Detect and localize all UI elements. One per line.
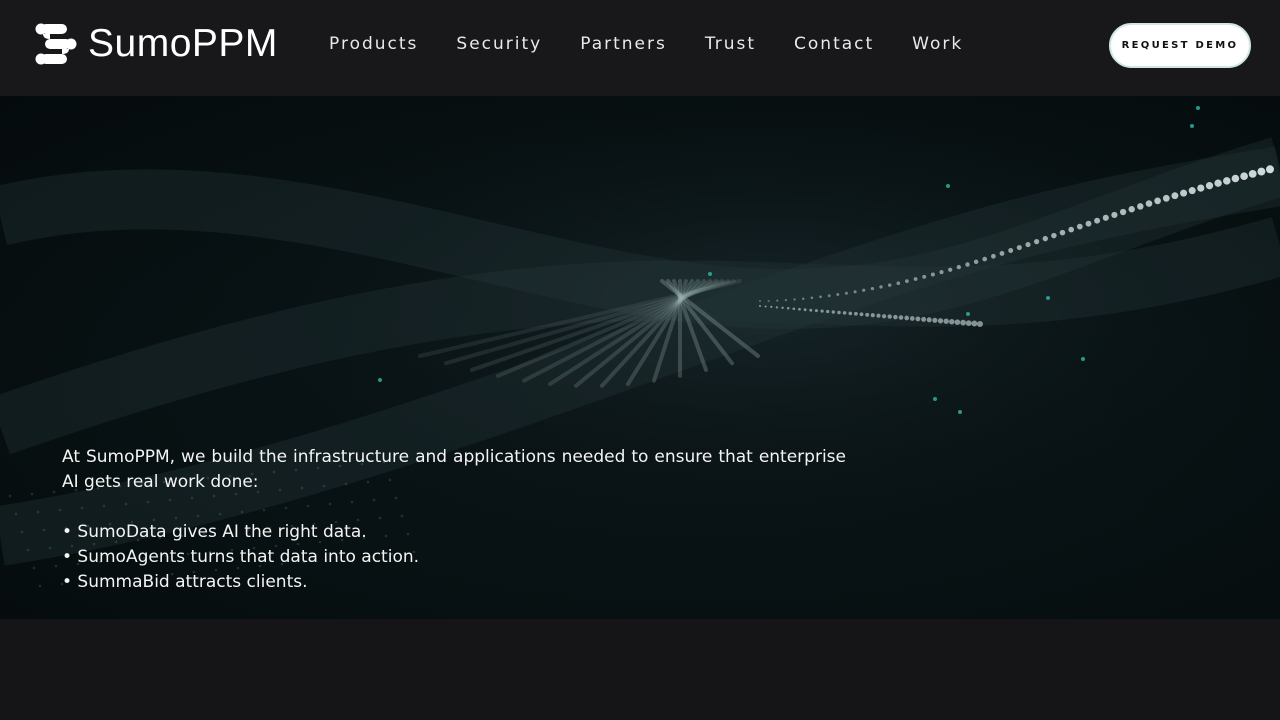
main-nav: Products Security Partners Trust Contact… (329, 32, 1001, 56)
nav-work[interactable]: Work (912, 32, 963, 56)
list-item: • SummaBid attracts clients. (62, 572, 308, 592)
list-item: • SumoData gives AI the right data. (62, 522, 367, 542)
nav-security[interactable]: Security (456, 32, 542, 56)
hero-copy: At SumoPPM, we build the infrastructure … (62, 445, 846, 595)
nav-products[interactable]: Products (329, 32, 418, 56)
request-demo-button[interactable]: REQUEST DEMO (1109, 23, 1251, 68)
page-footer-band (0, 619, 1280, 720)
nav-contact[interactable]: Contact (794, 32, 874, 56)
hero-section: At SumoPPM, we build the infrastructure … (0, 96, 1280, 619)
nav-partners[interactable]: Partners (580, 32, 667, 56)
logo-link[interactable]: SumoPPM (34, 22, 278, 66)
nav-trust[interactable]: Trust (705, 32, 756, 56)
brand-name: SumoPPM (88, 22, 278, 65)
sumo-mark-icon (35, 23, 77, 65)
product-list: • SumoData gives AI the right data. • Su… (62, 520, 846, 595)
list-item: • SumoAgents turns that data into action… (62, 547, 420, 567)
hero-intro: At SumoPPM, we build the infrastructure … (62, 447, 846, 492)
site-header: SumoPPM Products Security Partners Trust… (0, 0, 1280, 96)
